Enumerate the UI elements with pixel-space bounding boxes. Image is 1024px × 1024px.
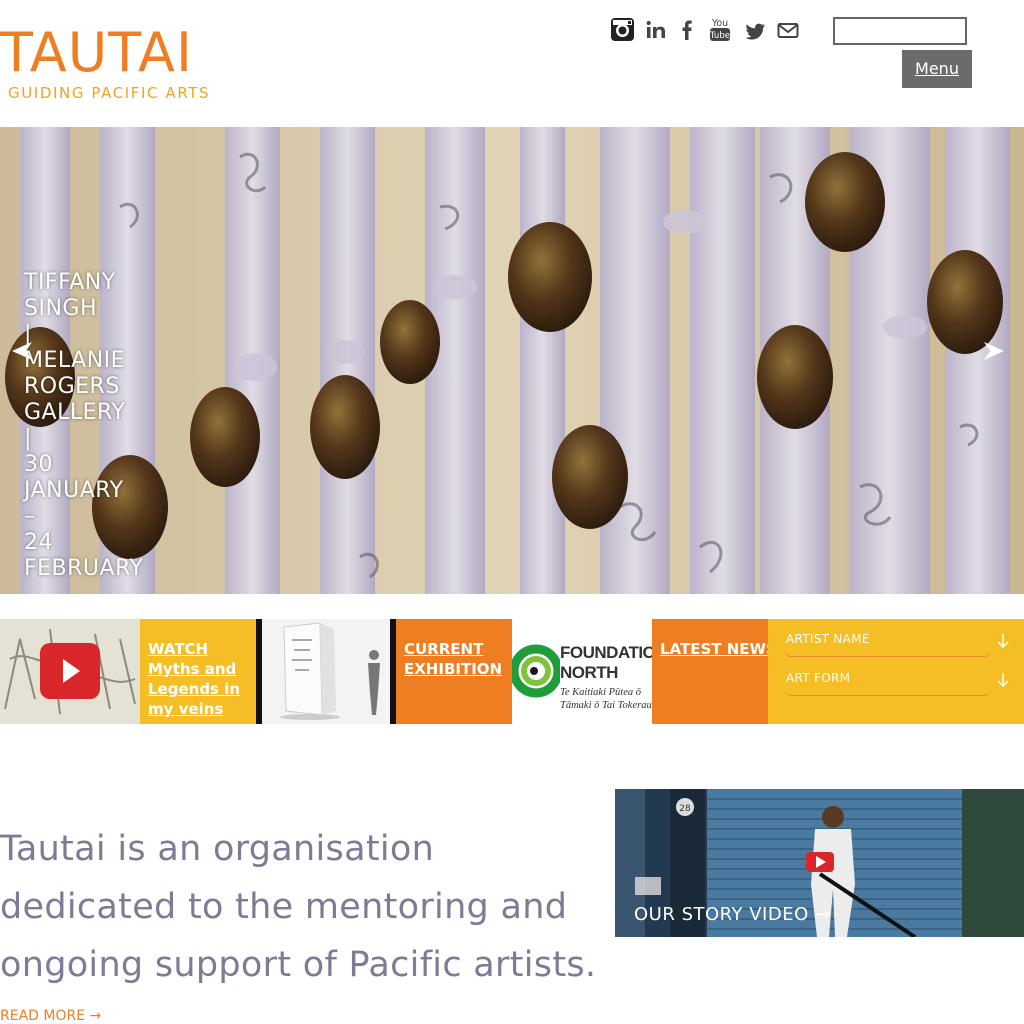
caption-line: 30	[24, 452, 53, 477]
caption-line: GALLERY	[24, 400, 126, 425]
caption-line: –	[24, 504, 36, 529]
logo-tagline: GUIDING PACIFIC ARTS	[8, 84, 211, 102]
latest-news-link[interactable]: LATEST NEWS	[660, 639, 768, 659]
menu-button[interactable]: Menu	[902, 50, 972, 88]
exhibition-thumbnail[interactable]	[262, 619, 390, 724]
foundation-subtitle: Te Kaitiaki Pūtea ō Tāmaki ō Tai Tokerau	[560, 686, 652, 712]
svg-text:You: You	[711, 18, 728, 29]
current-exhibition-link[interactable]: CURRENT EXHIBITION	[404, 639, 504, 679]
our-story-video[interactable]: 28 OUR STORY VIDEO →	[615, 789, 1024, 937]
caption-line: FEBRUARY	[24, 556, 144, 581]
caption-line: |	[24, 322, 32, 347]
logo-text: TAUTAI	[0, 21, 193, 84]
arrow-down-icon	[996, 633, 1010, 653]
watch-video-tile[interactable]: WATCH Myths and Legends in my veins	[140, 619, 256, 724]
caption-line: TIFFANY	[24, 270, 116, 295]
intro-text: Tautai is an organisation dedicated to t…	[0, 829, 597, 985]
hero-caption[interactable]: TIFFANY SINGH | MELANIE ROGERS GALLERY |…	[24, 270, 174, 582]
site-header: TAUTAI GUIDING PACIFIC ARTS You Tube Menu	[0, 0, 1024, 127]
read-more-link[interactable]: READ MORE →	[0, 1008, 101, 1024]
caption-line: 24	[24, 530, 53, 555]
foundation-name-line2: NORTH	[560, 663, 618, 682]
linkedin-icon[interactable]	[645, 16, 667, 44]
foundation-subtitle-line1: Te Kaitiaki Pūtea ō	[560, 687, 641, 698]
search-input[interactable]	[833, 17, 967, 45]
hero-slider: TIFFANY SINGH | MELANIE ROGERS GALLERY |…	[0, 127, 1024, 594]
feature-tiles: WATCH Myths and Legends in my veins CURR…	[0, 619, 1024, 724]
watch-video-link[interactable]: WATCH Myths and Legends in my veins	[148, 639, 256, 719]
caption-line: |	[24, 426, 32, 451]
house-number: 28	[679, 804, 691, 814]
foundation-name: FOUNDATION NORTH	[560, 643, 652, 683]
foundation-north-logo[interactable]: FOUNDATION NORTH Te Kaitiaki Pūtea ō Tām…	[512, 619, 652, 724]
foundation-name-line1: FOUNDATION	[560, 643, 652, 662]
our-story-video-label: OUR STORY VIDEO →	[634, 904, 831, 925]
caption-line: SINGH	[24, 296, 98, 321]
artist-name-filter[interactable]: ARTIST NAME	[785, 621, 1009, 657]
email-icon[interactable]	[777, 16, 799, 44]
caption-line: MELANIE	[24, 348, 126, 373]
foundation-north-mark-icon	[512, 644, 560, 698]
youtube-icon[interactable]: You Tube	[708, 16, 732, 44]
exhibition-tile[interactable]: CURRENT EXHIBITION	[396, 619, 512, 724]
caption-line: ROGERS	[24, 374, 120, 399]
foundation-subtitle-line2: Tāmaki ō Tai Tokerau	[560, 700, 652, 711]
arrow-down-icon	[996, 672, 1010, 692]
watch-video-thumbnail[interactable]	[0, 619, 140, 724]
art-form-filter[interactable]: ART FORM	[785, 660, 1009, 696]
slider-prev-arrow-icon[interactable]	[10, 339, 34, 367]
slider-next-arrow-icon[interactable]	[982, 339, 1006, 367]
instagram-icon[interactable]	[610, 16, 635, 44]
caption-line: JANUARY	[24, 478, 124, 503]
latest-news-tile[interactable]: LATEST NEWS	[652, 619, 768, 724]
art-form-filter-label: ART FORM	[786, 671, 851, 685]
twitter-icon[interactable]	[744, 16, 766, 44]
site-logo[interactable]: TAUTAI GUIDING PACIFIC ARTS	[0, 21, 209, 103]
svg-text:Tube: Tube	[709, 31, 730, 41]
facebook-icon[interactable]	[680, 16, 694, 44]
artist-name-filter-label: ARTIST NAME	[786, 632, 870, 646]
